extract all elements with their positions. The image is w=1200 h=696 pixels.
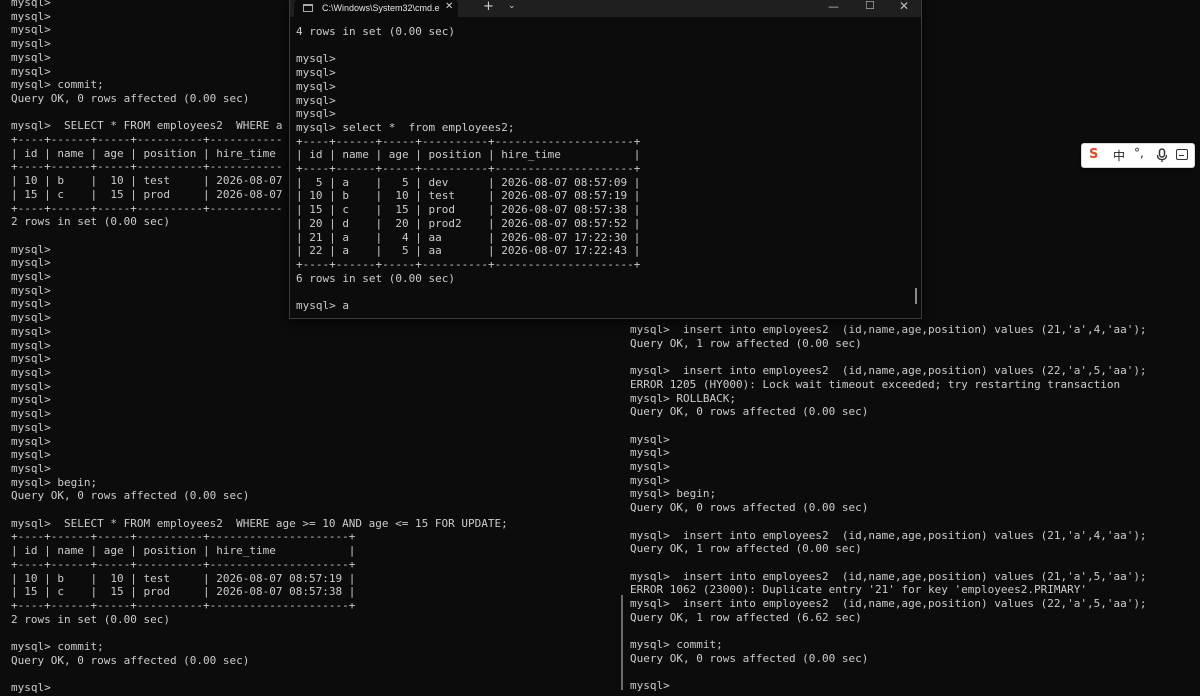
ime-toolbar[interactable]: S 中 °, bbox=[1081, 143, 1195, 168]
tab-cmd[interactable]: C:\Windows\System32\cmd.e ✕ bbox=[294, 0, 458, 17]
minimize-button[interactable]: — bbox=[828, 0, 839, 13]
scrollbar[interactable] bbox=[915, 288, 917, 304]
ime-logo-icon[interactable]: S bbox=[1089, 147, 1104, 162]
right-terminal-output[interactable]: mysql> insert into employees2 (id,name,a… bbox=[630, 323, 1195, 695]
microphone-icon[interactable] bbox=[1155, 148, 1169, 163]
chevron-down-icon[interactable]: ⌄ bbox=[508, 1, 516, 11]
cmd-window[interactable]: C:\Windows\System32\cmd.e ✕ + ⌄ — ☐ ✕ 4 … bbox=[289, 0, 922, 319]
new-tab-button[interactable]: + bbox=[483, 0, 494, 14]
keyboard-icon[interactable] bbox=[1176, 149, 1188, 160]
pane-divider[interactable] bbox=[621, 595, 623, 690]
ime-punctuation-toggle[interactable]: °, bbox=[1134, 146, 1144, 160]
maximize-button[interactable]: ☐ bbox=[865, 0, 875, 12]
cmd-terminal-output[interactable]: 4 rows in set (0.00 sec) mysql> mysql> m… bbox=[296, 25, 911, 317]
ime-language-toggle[interactable]: 中 bbox=[1113, 147, 1125, 164]
close-window-button[interactable]: ✕ bbox=[899, 0, 909, 13]
terminal-icon bbox=[303, 4, 313, 12]
tab-close-icon[interactable]: ✕ bbox=[445, 1, 453, 12]
title-bar[interactable]: C:\Windows\System32\cmd.e ✕ + ⌄ — ☐ ✕ bbox=[290, 0, 921, 17]
tab-title: C:\Windows\System32\cmd.e bbox=[322, 3, 440, 13]
